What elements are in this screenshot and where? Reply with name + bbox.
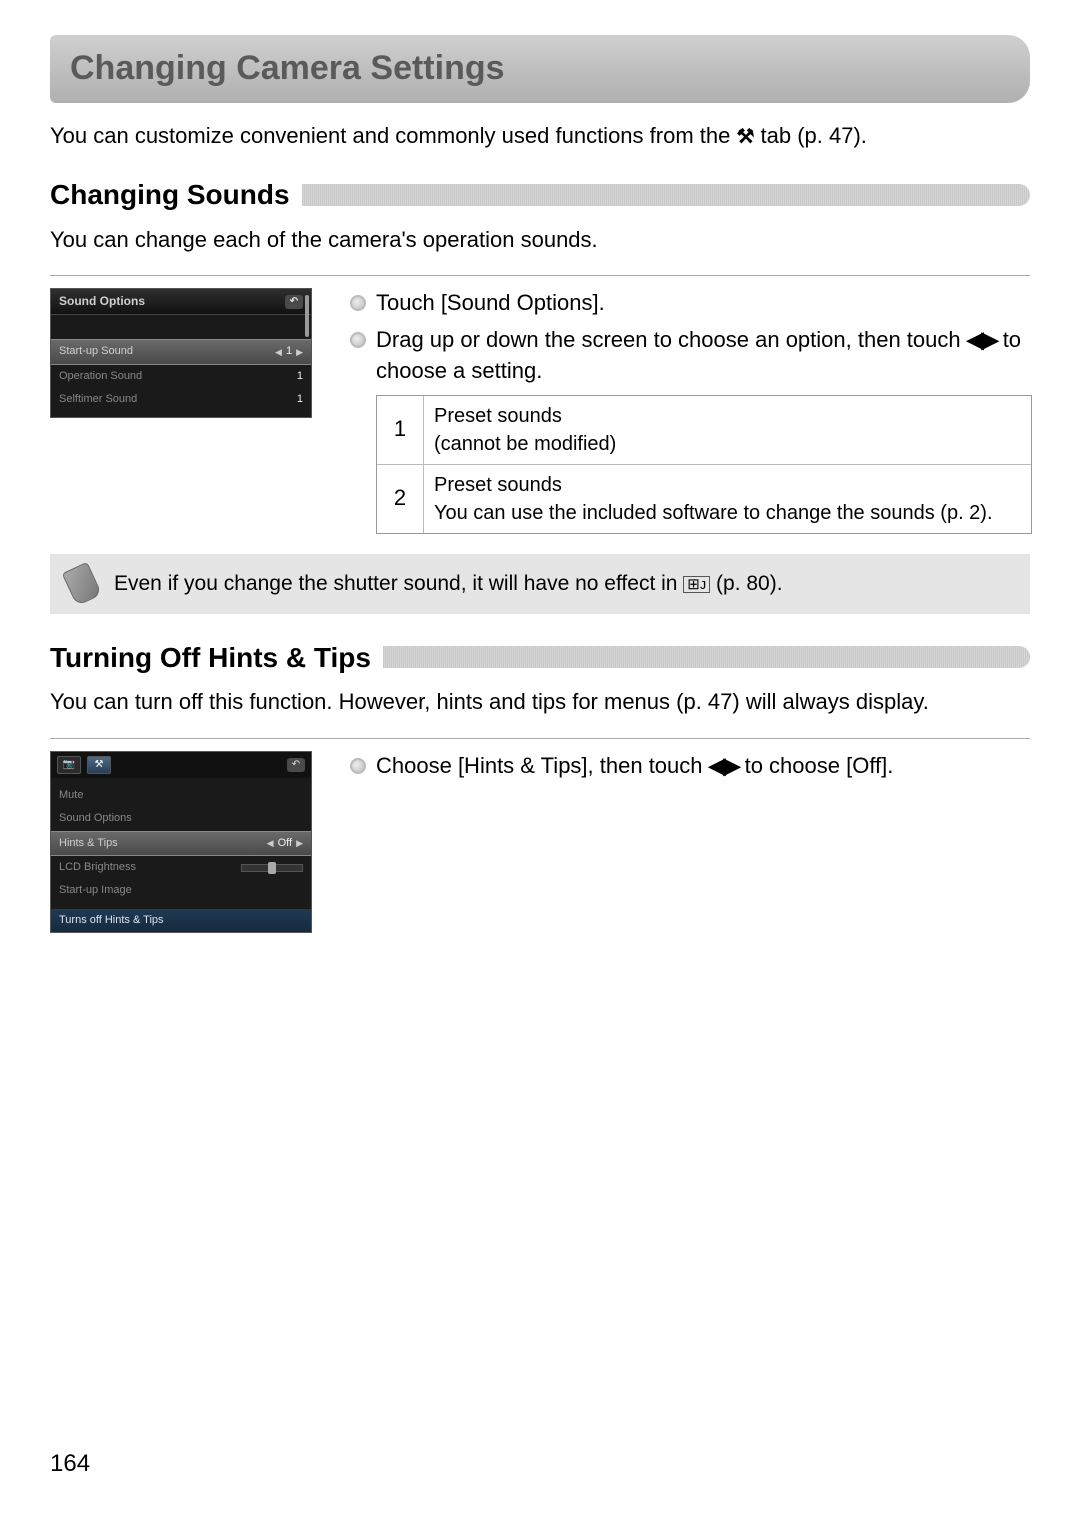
section1-instr-col: Touch [Sound Options]. Drag up or down t… xyxy=(350,288,1030,533)
section-bar xyxy=(383,646,1030,668)
ss2-row2-value: Off xyxy=(278,836,292,851)
ss1-title: Sound Options xyxy=(59,293,145,310)
section-title-sounds: Changing Sounds xyxy=(50,175,290,214)
section2-instructions: Choose [Hints & Tips], then touch ◀▶ to … xyxy=(350,751,1030,782)
brightness-slider xyxy=(241,864,303,872)
shutter-note: Even if you change the shutter sound, it… xyxy=(50,554,1030,614)
opt-num-2: 2 xyxy=(377,465,424,533)
ss2-row-hints: Hints & Tips ◀ Off ▶ xyxy=(51,831,311,856)
ss2-tab-tools: ⚒ xyxy=(87,756,111,774)
page-title-banner: Changing Camera Settings xyxy=(50,35,1030,103)
instr-choose-hints: Choose [Hints & Tips], then touch ◀▶ to … xyxy=(350,751,1030,782)
opt-desc-1: Preset sounds (cannot be modified) xyxy=(424,396,626,464)
section1-instructions: Touch [Sound Options]. Drag up or down t… xyxy=(350,288,1030,386)
ss2-tabs: 📷 ⚒ ↶ xyxy=(51,752,311,778)
left-arrow-icon: ◀ xyxy=(267,837,274,850)
ss2-row1-label: Sound Options xyxy=(59,811,132,826)
ss1-row3-value: 1 xyxy=(297,392,303,407)
ss2-row3-label: LCD Brightness xyxy=(59,860,136,875)
ss1-spacer xyxy=(51,321,311,339)
ss1-back-icon: ↶ xyxy=(285,295,303,309)
note-text: Even if you change the shutter sound, it… xyxy=(114,569,783,598)
table-row: 1 Preset sounds (cannot be modified) xyxy=(377,396,1031,465)
table-row: 2 Preset sounds You can use the included… xyxy=(377,465,1031,533)
ss1-row2-label: Operation Sound xyxy=(59,369,142,384)
section2-instr-col: Choose [Hints & Tips], then touch ◀▶ to … xyxy=(350,751,1030,790)
left-arrow-icon: ◀ xyxy=(275,346,282,359)
burst-mode-icon: ⊞ᴊ xyxy=(683,576,710,593)
section1-screenshot-col: Sound Options ↶ Start-up Sound ◀ 1 ▶ Opera… xyxy=(50,288,320,418)
ss2-tab-camera: 📷 xyxy=(57,756,81,774)
opt-num-1: 1 xyxy=(377,396,424,464)
intro-prefix: You can customize convenient and commonl… xyxy=(50,123,736,148)
instr2-pre: Drag up or down the screen to choose an … xyxy=(376,327,967,352)
page-number: 164 xyxy=(50,1447,90,1481)
page-title: Changing Camera Settings xyxy=(70,49,505,87)
ss2-row-sound: Sound Options xyxy=(51,807,311,830)
instr-touch-sound: Touch [Sound Options]. xyxy=(350,288,1030,319)
section-title-hints: Turning Off Hints & Tips xyxy=(50,638,371,677)
section1-desc: You can change each of the camera's oper… xyxy=(50,225,1030,256)
ss2-body: Mute Sound Options Hints & Tips ◀ Off ▶ LC… xyxy=(51,778,311,909)
ss2-row-lcd: LCD Brightness xyxy=(51,856,311,879)
separator xyxy=(50,275,1030,276)
lr-arrows-icon: ◀▶ xyxy=(967,325,997,356)
section2-screenshot-col: 📷 ⚒ ↶ Mute Sound Options Hints & Tips ◀ O… xyxy=(50,751,320,933)
ss2-row-mute: Mute xyxy=(51,784,311,807)
pencil-note-icon xyxy=(62,562,103,606)
ss2-row2-label: Hints & Tips xyxy=(59,836,118,851)
section-header-sounds: Changing Sounds xyxy=(50,175,1030,214)
ss1-row-selftimer: Selftimer Sound 1 xyxy=(51,388,311,411)
s2-instr1-pre: Choose [Hints & Tips], then touch xyxy=(376,753,709,778)
sound-options-screenshot: Sound Options ↶ Start-up Sound ◀ 1 ▶ Opera… xyxy=(50,288,312,418)
ss1-row-startup: Start-up Sound ◀ 1 ▶ xyxy=(51,339,311,364)
instr-drag-choose: Drag up or down the screen to choose an … xyxy=(350,325,1030,387)
section1-content: Sound Options ↶ Start-up Sound ◀ 1 ▶ Opera… xyxy=(50,288,1030,533)
ss1-row1-value: 1 xyxy=(286,344,292,359)
ss1-row2-value: 1 xyxy=(297,369,303,384)
section2-desc: You can turn off this function. However,… xyxy=(50,687,1030,718)
section-header-hints: Turning Off Hints & Tips xyxy=(50,638,1030,677)
note-pre: Even if you change the shutter sound, it… xyxy=(114,572,683,595)
tools-tab-icon: ⚒ xyxy=(736,123,754,151)
sound-options-table: 1 Preset sounds (cannot be modified) 2 P… xyxy=(376,395,1032,534)
ss2-row0-label: Mute xyxy=(59,788,83,803)
intro-paragraph: You can customize convenient and commonl… xyxy=(50,121,1030,152)
right-arrow-icon: ▶ xyxy=(296,346,303,359)
ss1-row1-label: Start-up Sound xyxy=(59,344,133,359)
note-post: (p. 80). xyxy=(710,572,782,595)
s2-instr1-post: to choose [Off]. xyxy=(738,753,893,778)
ss1-row3-label: Selftimer Sound xyxy=(59,392,137,407)
manual-page: Changing Camera Settings You can customi… xyxy=(0,0,1080,1521)
ss1-body: Start-up Sound ◀ 1 ▶ Operation Sound 1 Sel… xyxy=(51,315,311,417)
intro-suffix: tab (p. 47). xyxy=(754,123,867,148)
hints-tips-screenshot: 📷 ⚒ ↶ Mute Sound Options Hints & Tips ◀ O… xyxy=(50,751,312,933)
ss1-titlebar: Sound Options ↶ xyxy=(51,289,311,315)
section2-content: 📷 ⚒ ↶ Mute Sound Options Hints & Tips ◀ O… xyxy=(50,751,1030,933)
ss2-row4-label: Start-up Image xyxy=(59,883,132,898)
ss1-row-operation: Operation Sound 1 xyxy=(51,365,311,388)
ss2-back-icon: ↶ xyxy=(287,758,305,772)
separator xyxy=(50,738,1030,739)
opt-desc-2: Preset sounds You can use the included s… xyxy=(424,465,1003,533)
right-arrow-icon: ▶ xyxy=(296,837,303,850)
ss2-hint-bar: Turns off Hints & Tips xyxy=(51,909,311,932)
lr-arrows-icon: ◀▶ xyxy=(709,751,739,782)
ss2-row-startup: Start-up Image xyxy=(51,879,311,902)
section-bar xyxy=(302,184,1030,206)
